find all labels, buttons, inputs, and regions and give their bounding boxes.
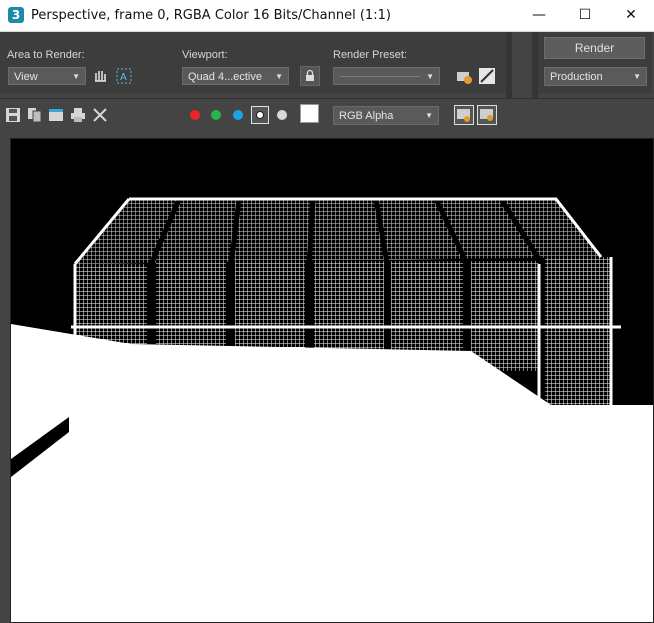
save-icon[interactable] xyxy=(5,107,21,123)
channel-dropdown[interactable]: RGB Alpha ▼ xyxy=(333,106,439,125)
toolbar-separator xyxy=(506,32,512,98)
area-to-render-dropdown[interactable]: View ▼ xyxy=(8,67,86,85)
display-alpha-icon[interactable] xyxy=(251,106,269,124)
frame-area xyxy=(0,130,654,623)
chevron-down-icon: ▼ xyxy=(275,72,283,81)
swatch-icon[interactable] xyxy=(300,104,319,123)
environment-icon[interactable] xyxy=(477,66,497,86)
title-bar: 3 Perspective, frame 0, RGBA Color 16 Bi… xyxy=(0,0,654,32)
alpha-dot xyxy=(256,111,264,119)
toggle-ui-icon[interactable] xyxy=(477,105,497,125)
clear-icon[interactable] xyxy=(92,107,108,123)
production-dropdown[interactable]: Production ▼ xyxy=(544,67,647,86)
lock-icon[interactable] xyxy=(300,66,320,86)
render-button[interactable]: Render xyxy=(544,37,645,59)
frame-window-icon[interactable] xyxy=(454,105,474,125)
viewport-label: Viewport: xyxy=(182,49,228,61)
production-value: Production xyxy=(550,71,603,83)
blue-channel-toggle[interactable] xyxy=(233,110,243,120)
viewport-value: Quad 4...ective xyxy=(188,71,262,83)
copy-icon[interactable] xyxy=(27,107,43,123)
render-image xyxy=(11,139,653,622)
rendered-frame xyxy=(10,138,654,623)
maximize-button[interactable]: ☐ xyxy=(562,0,608,31)
preset-divider xyxy=(340,76,420,77)
print-icon[interactable] xyxy=(70,107,86,123)
render-preset-label: Render Preset: xyxy=(333,49,407,61)
auto-region-icon[interactable]: A xyxy=(114,66,134,86)
render-preset-dropdown[interactable]: ▼ xyxy=(333,67,440,85)
render-toolbar: Area to Render: View ▼ A Viewport: Quad … xyxy=(0,32,654,98)
viewport-dropdown[interactable]: Quad 4...ective ▼ xyxy=(182,67,289,85)
svg-text:A: A xyxy=(120,72,127,83)
window-title: Perspective, frame 0, RGBA Color 16 Bits… xyxy=(31,8,391,23)
area-to-render-label: Area to Render: xyxy=(7,49,85,61)
region-icon[interactable] xyxy=(91,66,111,86)
app-logo-icon: 3 xyxy=(8,7,24,23)
channel-value: RGB Alpha xyxy=(339,110,394,122)
chevron-down-icon: ▼ xyxy=(633,72,641,81)
minimize-button[interactable]: — xyxy=(516,0,562,31)
chevron-down-icon: ▼ xyxy=(72,72,80,81)
red-channel-toggle[interactable] xyxy=(190,110,200,120)
preset-settings-icon[interactable] xyxy=(454,66,474,86)
chevron-down-icon: ▼ xyxy=(426,72,434,81)
area-to-render-value: View xyxy=(14,71,38,83)
green-channel-toggle[interactable] xyxy=(211,110,221,120)
monochrome-toggle[interactable] xyxy=(277,110,287,120)
frame-toolbar: RGB Alpha ▼ xyxy=(0,98,654,131)
chevron-down-icon: ▼ xyxy=(425,111,433,120)
clone-window-icon[interactable] xyxy=(48,107,64,123)
close-button[interactable]: ✕ xyxy=(608,0,654,31)
